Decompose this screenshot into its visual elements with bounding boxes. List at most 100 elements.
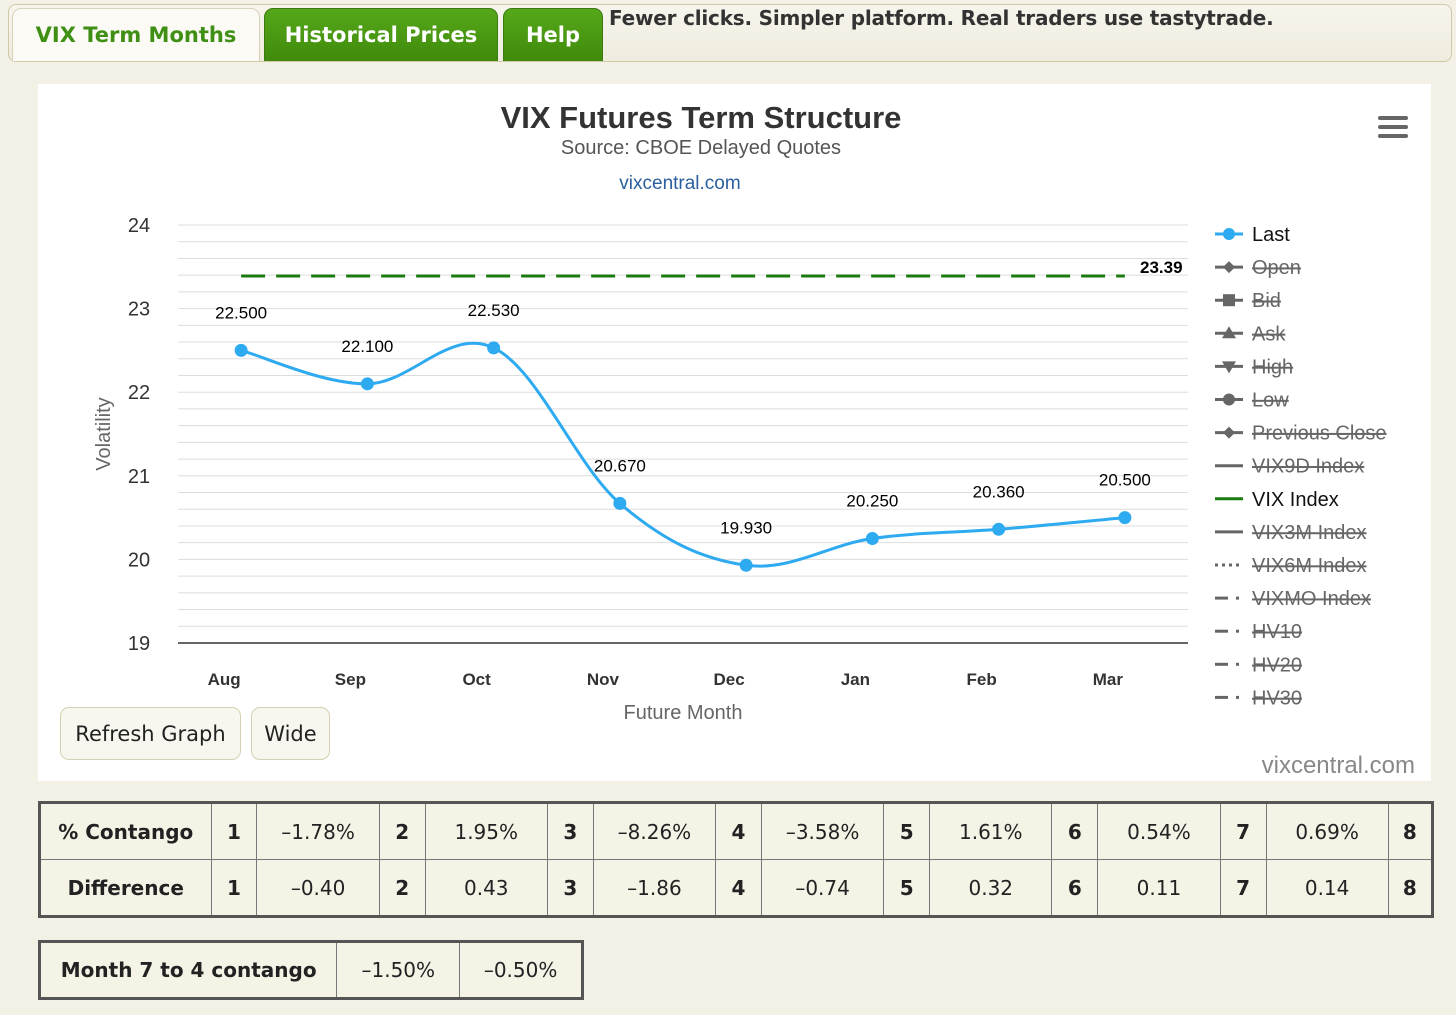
table-row: Month 7 to 4 contango –1.50% –0.50%: [38, 941, 583, 999]
legend-item-high[interactable]: High: [1215, 356, 1293, 378]
last-data-label: 20.500: [1099, 471, 1151, 490]
last-data-point[interactable]: [613, 496, 627, 510]
chart-watermark: vixcentral.com: [1262, 752, 1415, 779]
value-cell: –8.26%: [592, 802, 717, 860]
month-number-cell: 4: [715, 859, 762, 917]
legend-item-vix-index[interactable]: VIX Index: [1215, 489, 1339, 511]
x-tick-label: Dec: [714, 670, 745, 689]
vix-index-series: 23.39: [241, 258, 1183, 278]
month-number-cell: 2: [378, 802, 426, 860]
legend-item-previous-close[interactable]: Previous Close: [1215, 423, 1387, 445]
month-number-cell: 5: [883, 859, 931, 917]
legend-item-hv30[interactable]: HV30: [1215, 687, 1302, 709]
y-tick-label: 19: [128, 633, 150, 655]
refresh-graph-button[interactable]: Refresh Graph: [60, 707, 241, 760]
legend-diamond-icon: [1223, 426, 1235, 439]
table-row: % Contango 1 –1.78% 2 1.95% 3 –8.26% 4 –3.58% 5 1.…: [39, 802, 1434, 860]
x-tick-label: Oct: [462, 670, 491, 689]
grid-lines: [178, 224, 1188, 644]
last-data-label: 22.530: [468, 301, 520, 320]
contango-table: % Contango 1 –1.78% 2 1.95% 3 –8.26% 4 –3.58% 5 1.…: [38, 801, 1434, 918]
legend-item-low[interactable]: Low: [1215, 390, 1289, 412]
legend-label[interactable]: HV30: [1252, 687, 1302, 709]
legend-label[interactable]: VIX3M Index: [1252, 522, 1367, 544]
y-axis-label: Volatility: [93, 397, 115, 470]
last-data-point[interactable]: [487, 341, 501, 355]
x-tick-label: Nov: [587, 670, 620, 689]
month-contango-table: Month 7 to 4 contango –1.50% –0.50%: [38, 940, 584, 1000]
last-data-point[interactable]: [1118, 511, 1132, 525]
y-tick-label: 20: [128, 549, 150, 571]
legend-label[interactable]: HV10: [1252, 621, 1302, 643]
x-tick-label: Feb: [967, 670, 997, 689]
legend-item-vix3m-index[interactable]: VIX3M Index: [1215, 522, 1367, 544]
legend-item-hv10[interactable]: HV10: [1215, 621, 1302, 643]
legend-label[interactable]: Previous Close: [1252, 423, 1387, 445]
legend-item-open[interactable]: Open: [1215, 257, 1301, 279]
value-cell: –1.86: [592, 859, 717, 917]
y-axis-ticks: 19 20 21 22 23 24: [128, 215, 150, 655]
month-number-cell: 7: [1219, 859, 1267, 917]
last-data-point[interactable]: [739, 558, 753, 572]
legend-dot-icon: [1236, 662, 1239, 666]
month-number-cell: 6: [1051, 802, 1099, 860]
legend-label[interactable]: Ask: [1252, 323, 1286, 345]
legend-circle-icon: [1223, 393, 1235, 406]
x-tick-label: Jan: [841, 670, 870, 689]
legend-item-vix6m-index[interactable]: VIX6M Index: [1215, 555, 1367, 577]
legend-label[interactable]: Low: [1252, 390, 1289, 412]
last-data-point[interactable]: [992, 522, 1006, 536]
last-data-point[interactable]: [234, 343, 248, 357]
last-data-label: 20.360: [973, 482, 1025, 501]
legend-dot-icon: [1236, 695, 1239, 699]
legend-item-ask[interactable]: Ask: [1215, 323, 1286, 345]
x-tick-label: Aug: [208, 670, 241, 689]
x-axis-ticks: Aug Sep Oct Nov Dec Jan Feb Mar: [208, 670, 1124, 689]
legend-label[interactable]: High: [1252, 356, 1293, 378]
legend-diamond-icon: [1223, 261, 1235, 274]
legend-item-vixmo-index[interactable]: VIXMO Index: [1215, 588, 1371, 610]
last-data-point[interactable]: [360, 377, 374, 391]
legend-label[interactable]: VIX Index: [1252, 489, 1339, 511]
last-data-label: 22.100: [341, 337, 393, 356]
last-series-line: [240, 341, 1126, 568]
legend-label[interactable]: Open: [1252, 257, 1301, 279]
month-number-cell: 7: [1219, 802, 1267, 860]
last-data-point[interactable]: [865, 532, 879, 545]
legend-item-bid[interactable]: Bid: [1215, 290, 1281, 312]
legend-label[interactable]: VIX6M Index: [1252, 555, 1367, 577]
last-data-label: 20.250: [846, 492, 898, 511]
month-contango-value: –1.50%: [336, 941, 461, 999]
chart-legend: Last Open Bid Ask High Low Previous Close VIX9D…: [1215, 224, 1387, 709]
value-cell: 0.11: [1097, 859, 1221, 917]
legend-label[interactable]: VIX9D Index: [1252, 456, 1364, 478]
value-cell: –1.78%: [256, 802, 380, 860]
value-cell: 1.95%: [424, 802, 548, 860]
legend-label[interactable]: VIXMO Index: [1252, 588, 1371, 610]
month-number-cell: 2: [378, 859, 426, 917]
month-number-cell: 8: [1387, 802, 1434, 860]
legend-item-last[interactable]: Last: [1215, 224, 1290, 246]
legend-item-vix9d-index[interactable]: VIX9D Index: [1215, 456, 1364, 478]
value-cell: 1.61%: [929, 802, 1053, 860]
x-axis-label: Future Month: [624, 702, 743, 724]
hamburger-menu-icon[interactable]: [1378, 116, 1408, 138]
legend-label[interactable]: Last: [1252, 224, 1290, 246]
month-number-cell: 3: [546, 859, 594, 917]
value-cell: –0.74: [760, 859, 885, 917]
chart-source-link[interactable]: vixcentral.com: [619, 173, 740, 194]
wide-button[interactable]: Wide: [251, 707, 330, 760]
value-cell: –3.58%: [760, 802, 885, 860]
y-tick-label: 22: [128, 382, 150, 404]
legend-label[interactable]: HV20: [1252, 654, 1302, 676]
month-contango-value: –0.50%: [459, 941, 583, 999]
value-cell: 0.43: [424, 859, 548, 917]
month-number-cell: 3: [546, 802, 594, 860]
legend-dot-icon: [1236, 596, 1239, 600]
value-cell: 0.14: [1265, 859, 1389, 917]
legend-label[interactable]: Bid: [1252, 290, 1281, 312]
month-number-cell: 6: [1051, 859, 1099, 917]
chart-title: VIX Futures Term Structure: [501, 100, 902, 135]
vix-index-data-label: 23.39: [1140, 258, 1183, 277]
legend-item-hv20[interactable]: HV20: [1215, 654, 1302, 676]
